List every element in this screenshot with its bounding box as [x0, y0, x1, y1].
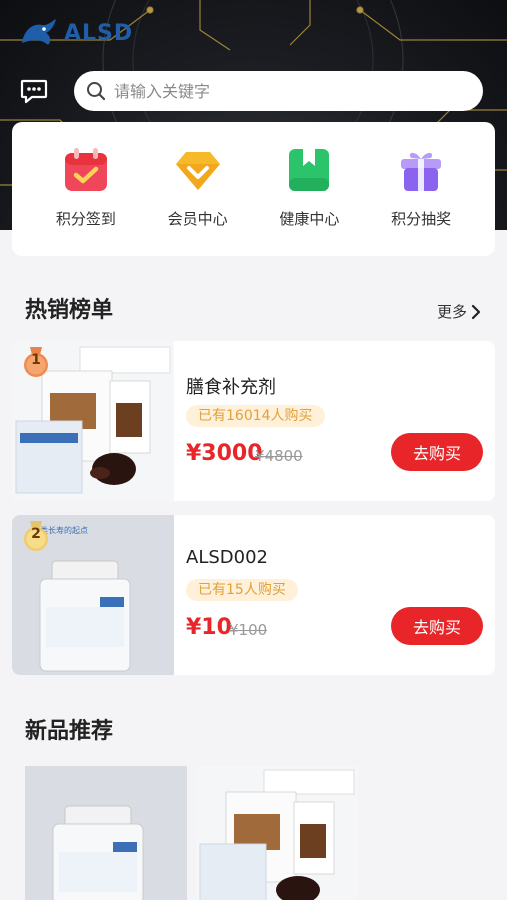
logo-text: ALSD [64, 20, 134, 46]
product-original-price: ¥4800 [255, 447, 303, 465]
buy-button[interactable]: 去购买 [391, 607, 483, 645]
search-bar[interactable] [74, 71, 483, 111]
quick-link-lottery[interactable]: 积分抽奖 [376, 146, 466, 256]
product-original-price: ¥100 [229, 621, 268, 639]
message-icon[interactable] [20, 78, 48, 104]
hot-list-title: 热销榜单 [25, 298, 114, 323]
new-product-card[interactable] [25, 766, 187, 900]
sales-badge: 已有16014人购买 [186, 405, 325, 427]
quick-link-checkin[interactable]: 积分签到 [41, 146, 131, 256]
calendar-check-icon [64, 148, 107, 191]
product-image [25, 766, 187, 900]
quick-link-label: 会员中心 [167, 210, 228, 228]
gift-icon [401, 152, 442, 191]
buy-button[interactable]: 去购买 [391, 433, 483, 471]
search-icon [87, 82, 106, 101]
book-icon [289, 149, 330, 191]
product-name: 膳食补充剂 [186, 377, 276, 398]
rank-number: 2 [31, 526, 41, 542]
chevron-right-icon [471, 304, 481, 319]
app-logo: ALSD [18, 16, 133, 50]
product-card[interactable]: 1 膳食补充剂 已有16014人购买 ¥3000 ¥4800 去购买 [12, 341, 495, 501]
product-price: ¥10 [186, 615, 232, 640]
more-link[interactable]: 更多 [437, 301, 481, 322]
product-price: ¥3000 [186, 441, 263, 466]
rank-number: 1 [31, 352, 41, 368]
quick-link-health[interactable]: 健康中心 [264, 146, 354, 256]
quick-link-label: 健康中心 [279, 210, 340, 228]
product-image [196, 766, 358, 900]
logo-mark-icon [22, 19, 56, 45]
new-products-title: 新品推荐 [25, 719, 114, 744]
quick-link-label: 积分签到 [55, 210, 116, 228]
more-label: 更多 [436, 303, 467, 321]
product-card[interactable]: 人类长寿的起点 2 ALSD002 已有15人购买 ¥10 ¥100 去购买 [12, 515, 495, 675]
quick-link-label: 积分抽奖 [391, 210, 452, 228]
quick-links-card: 积分签到 会员中心 健康中心 积分抽奖 [12, 122, 495, 256]
quick-link-member[interactable]: 会员中心 [153, 146, 243, 256]
diamond-icon [175, 152, 220, 190]
new-product-card[interactable] [196, 766, 358, 900]
sales-badge: 已有15人购买 [186, 579, 298, 601]
search-input[interactable] [114, 81, 454, 101]
product-name: ALSD002 [186, 547, 268, 568]
